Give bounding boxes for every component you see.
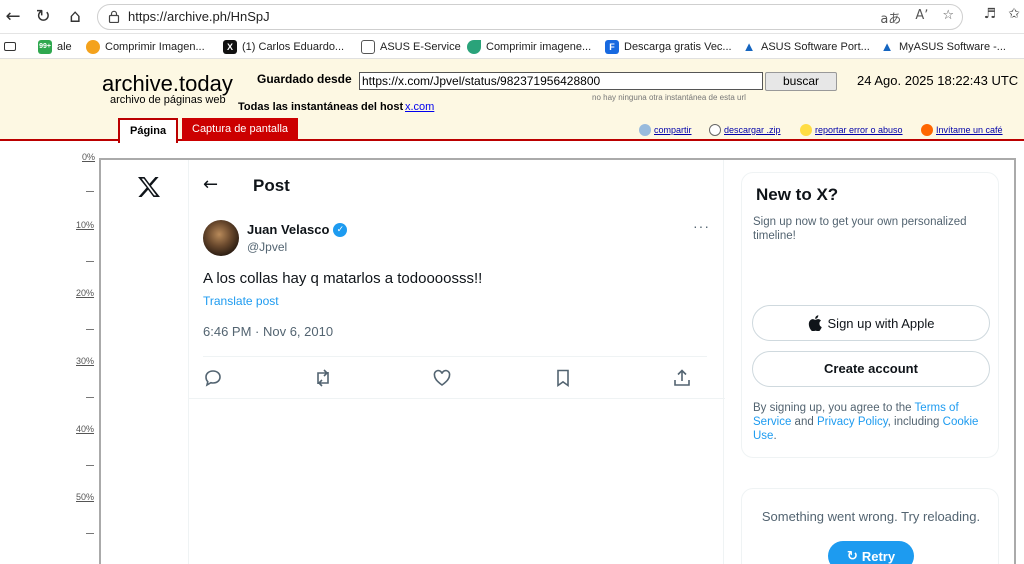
folder-icon [361, 39, 375, 54]
bulb-icon [800, 124, 812, 136]
freepik-icon: F [605, 39, 619, 54]
ruler-mark[interactable]: 0% [82, 152, 95, 162]
verified-badge-icon: ✓ [333, 222, 348, 237]
scroll-ruler: 0% 10% 20% 30% 40% 50% [0, 141, 98, 564]
text-size-icon[interactable]: Aʼ [915, 8, 928, 27]
ruler-dash [86, 397, 94, 398]
page-title: Post [253, 176, 290, 195]
share-link[interactable]: compartir [639, 124, 692, 136]
ruler-mark[interactable]: 10% [76, 220, 94, 230]
cloud-download-icon [709, 124, 721, 136]
host-link[interactable]: x.com [405, 101, 434, 113]
signup-card: New to X? Sign up now to get your own pe… [741, 172, 999, 458]
url-text: https://archive.ph/HnSpJ [128, 9, 270, 24]
address-bar[interactable]: https://archive.ph/HnSpJ aあ Aʼ ☆ [97, 4, 963, 30]
bookmark-item[interactable]: F Descarga gratis Vec... [605, 38, 732, 55]
error-message: Something went wrong. Try reloading. [761, 509, 981, 524]
asus-icon: ▲ [742, 38, 756, 54]
archived-page-frame: ← Post Juan Velasco ✓ @Jpvel ··· A los c… [99, 158, 1016, 564]
divider [203, 356, 707, 357]
lock-icon [108, 10, 120, 23]
monero-icon [921, 124, 933, 136]
ruler-mark[interactable]: 50% [76, 492, 94, 502]
avatar[interactable] [203, 220, 239, 256]
user-handle[interactable]: @Jpvel [247, 240, 287, 254]
signup-title: New to X? [756, 185, 839, 204]
reply-icon[interactable] [203, 368, 223, 388]
tweet-text: A los collas hay q matarlos a todoooosss… [203, 270, 483, 287]
from-host-label: del host [361, 101, 404, 113]
translate-post-link[interactable]: Translate post [203, 294, 279, 308]
divider [189, 398, 725, 399]
retry-button[interactable]: ↻ Retry [828, 541, 914, 564]
bookmark-icon[interactable] [553, 368, 573, 388]
apple-icon [808, 315, 822, 331]
coffee-link[interactable]: Invítame un café [921, 124, 1003, 136]
snapshot-datetime: 24 Ago. 2025 18:22:43 UTC [857, 73, 1019, 88]
read-aloud-icon[interactable]: aあ [880, 8, 901, 27]
all-snapshots-link[interactable]: Todas las instantáneas [238, 101, 358, 113]
browser-toolbar: ← ↻ ⌂ https://archive.ph/HnSpJ aあ Aʼ ☆ ♬… [0, 0, 1024, 34]
x-logo-icon[interactable] [137, 176, 161, 198]
post-timestamp[interactable]: 6:46 PM · Nov 6, 2010 [203, 324, 333, 339]
privacy-policy-link[interactable]: Privacy Policy [817, 416, 888, 428]
favorite-star-icon[interactable]: ☆ [942, 8, 954, 27]
ruler-dash [86, 533, 94, 534]
post-column: ← Post Juan Velasco ✓ @Jpvel ··· A los c… [188, 160, 725, 564]
back-arrow-icon[interactable]: ← [203, 174, 218, 195]
archive-header: archive.today archivo de páginas web Gua… [0, 59, 1024, 143]
display-name[interactable]: Juan Velasco ✓ [247, 222, 348, 237]
ruler-dash [86, 191, 94, 192]
bookmark-item[interactable]: ▲ MyASUS Software -... [880, 38, 1006, 55]
signup-subtitle: Sign up now to get your own personalized… [753, 216, 967, 242]
bookmarks-bar: 99+ ale Comprimir Imagen... X (1) Carlos E… [0, 34, 1024, 59]
ruler-mark[interactable]: 20% [76, 288, 94, 298]
sign-up-with-apple-button[interactable]: Sign up with Apple [752, 305, 990, 341]
bookmark-item[interactable]: X (1) Carlos Eduardo... [223, 38, 344, 55]
ruler-dash [86, 465, 94, 466]
ruler-mark[interactable]: 30% [76, 356, 94, 366]
post-actions [203, 368, 707, 390]
ruler-dash [86, 329, 94, 330]
ruler-dash [86, 261, 94, 262]
tab-screenshot[interactable]: Captura de pantalla [182, 118, 299, 141]
x-logo-icon: X [223, 39, 237, 54]
media-icon[interactable]: ♬ [984, 6, 997, 22]
saved-url-input[interactable] [359, 72, 763, 90]
bookmarks-menu-icon[interactable] [4, 38, 16, 55]
search-button[interactable]: buscar [765, 72, 837, 91]
bookmark-item[interactable]: ASUS E-Service [361, 38, 461, 55]
retweet-icon[interactable] [313, 368, 333, 388]
bookmark-item[interactable]: Comprimir imagene... [467, 38, 591, 55]
refresh-icon: ↻ [846, 548, 858, 564]
reload-icon[interactable]: ↻ [32, 6, 54, 28]
create-account-button[interactable]: Create account [752, 351, 990, 387]
error-card: Something went wrong. Try reloading. ↻ R… [741, 488, 999, 564]
bookmark-item[interactable]: 99+ ale [38, 38, 72, 55]
bookmark-item[interactable]: ▲ ASUS Software Port... [742, 38, 870, 55]
report-link[interactable]: reportar error o abuso [800, 124, 903, 136]
share-icon [639, 124, 651, 136]
share-icon[interactable] [672, 368, 692, 388]
favorites-icon[interactable]: ✩ [1008, 6, 1020, 22]
tab-page[interactable]: Página [118, 118, 179, 143]
download-zip-link[interactable]: descargar .zip [709, 124, 781, 136]
archive-tagline: archivo de páginas web [110, 94, 226, 106]
saved-from-label: Guardado desde [257, 72, 352, 86]
like-icon[interactable] [432, 368, 452, 388]
bookmark-item[interactable]: Comprimir Imagen... [86, 38, 205, 55]
asus-icon: ▲ [880, 38, 894, 54]
compress-icon [86, 39, 100, 54]
bookmark-badge-icon: 99+ [38, 39, 52, 54]
leaf-icon [467, 39, 481, 54]
no-other-snapshots-text: no hay ninguna otra instantánea de esta … [592, 93, 746, 102]
back-icon[interactable]: ← [2, 6, 24, 28]
more-options-icon[interactable]: ··· [693, 218, 710, 234]
signup-terms: By signing up, you agree to the Terms of… [753, 402, 979, 442]
ruler-mark[interactable]: 40% [76, 424, 94, 434]
home-icon[interactable]: ⌂ [64, 6, 86, 28]
